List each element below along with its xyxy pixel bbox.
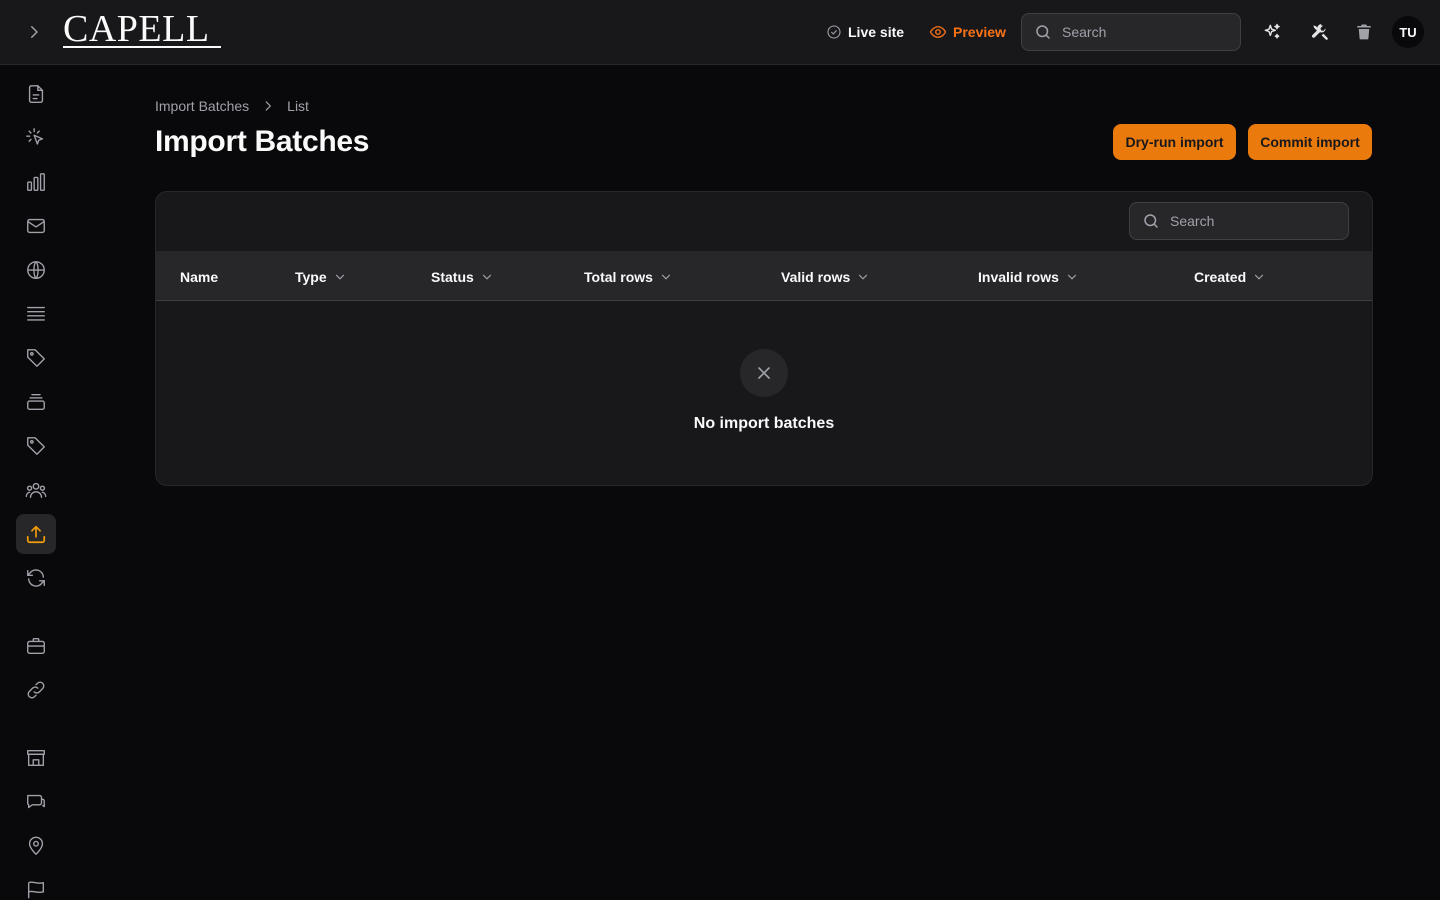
column-label: Created: [1194, 268, 1247, 285]
sidebar-item-briefcase[interactable]: [16, 626, 56, 666]
table-search-input[interactable]: [1170, 213, 1330, 229]
column-header-status[interactable]: Status: [431, 252, 494, 301]
column-header-total-rows[interactable]: Total rows: [584, 252, 673, 301]
breadcrumb-item-import-batches[interactable]: Import Batches: [155, 98, 249, 114]
mail-icon: [27, 218, 45, 234]
sidebar-item-flags[interactable]: [16, 870, 56, 900]
map-pin-icon: [28, 836, 44, 855]
logo-text: CAPELL: [63, 8, 210, 50]
sidebar-item-cursor-click[interactable]: [16, 118, 56, 158]
chevron-right-icon: [265, 101, 272, 111]
link-icon: [27, 681, 45, 699]
sidebar-item-locations[interactable]: [16, 826, 56, 866]
list-icon: [27, 306, 45, 321]
store-icon: [27, 749, 45, 767]
avatar[interactable]: TU: [1392, 16, 1424, 48]
sidebar-item-tags[interactable]: [16, 338, 56, 378]
global-search[interactable]: [1021, 13, 1241, 51]
users-group-icon: [25, 482, 47, 499]
column-header-created[interactable]: Created: [1194, 252, 1266, 301]
briefcase-icon: [27, 637, 45, 655]
chevron-down-icon: [859, 274, 868, 280]
flag-icon: [27, 881, 45, 899]
chevron-down-icon: [335, 274, 344, 280]
top-bar: CAPELL Live site Preview TU: [0, 0, 1440, 65]
globe-icon: [27, 261, 45, 279]
sidebar-item-chat[interactable]: [16, 782, 56, 822]
table-header: Name Type Status Total rows Valid rows I…: [156, 252, 1372, 301]
breadcrumb-item-list: List: [287, 98, 309, 114]
sidebar-item-users[interactable]: [16, 470, 56, 510]
sidebar-item-links[interactable]: [16, 670, 56, 710]
commit-import-button[interactable]: Commit import: [1248, 124, 1372, 160]
tag-icon: [27, 437, 45, 455]
table-toolbar: [156, 192, 1372, 252]
check-circle-icon: [827, 25, 841, 39]
close-icon: [740, 349, 788, 397]
sidebar-item-stack[interactable]: [16, 382, 56, 422]
sidebar-item-document[interactable]: [16, 74, 56, 114]
chevron-down-icon: [482, 274, 491, 280]
sidebar-item-sync[interactable]: [16, 558, 56, 598]
chevron-down-icon: [661, 274, 671, 280]
dry-run-import-button[interactable]: Dry-run import: [1113, 124, 1236, 160]
sparkles-icon[interactable]: [1256, 16, 1288, 48]
cursor-click-icon: [26, 128, 44, 145]
column-label: Type: [295, 268, 327, 285]
table-search[interactable]: [1129, 202, 1349, 240]
trash-icon[interactable]: [1348, 16, 1380, 48]
column-label: Status: [431, 268, 474, 285]
chevron-right-icon[interactable]: [18, 16, 50, 48]
preview-label: Preview: [953, 24, 1006, 40]
refresh-icon: [27, 569, 45, 587]
upload-icon: [26, 525, 46, 544]
logo[interactable]: CAPELL: [63, 9, 221, 51]
stack-icon: [27, 393, 45, 411]
document-icon: [28, 85, 44, 103]
sidebar-item-mail[interactable]: [16, 206, 56, 246]
column-label: Total rows: [584, 268, 653, 285]
global-search-input[interactable]: [1062, 24, 1222, 40]
bar-chart-icon: [27, 173, 45, 191]
live-site-label: Live site: [848, 24, 905, 40]
import-batches-table: Name Type Status Total rows Valid rows I…: [155, 191, 1373, 486]
empty-state: No import batches: [156, 301, 1372, 485]
column-header-invalid-rows[interactable]: Invalid rows: [978, 252, 1079, 301]
search-icon: [1036, 25, 1050, 39]
column-header-valid-rows[interactable]: Valid rows: [781, 252, 870, 301]
column-label: Name: [180, 268, 219, 285]
tag-icon: [27, 349, 45, 367]
chevron-down-icon: [1255, 274, 1264, 280]
eye-icon: [929, 26, 947, 38]
sidebar-item-store[interactable]: [16, 738, 56, 778]
logo-underline: [63, 46, 221, 48]
chat-icon: [27, 794, 45, 809]
sidebar-item-tags-2[interactable]: [16, 426, 56, 466]
column-label: Valid rows: [781, 268, 851, 285]
sidebar-item-list[interactable]: [16, 294, 56, 334]
sidebar-item-globe[interactable]: [16, 250, 56, 290]
sidebar-item-imports[interactable]: [16, 514, 56, 554]
preview-link[interactable]: Preview: [929, 13, 1006, 51]
column-header-name[interactable]: Name: [180, 252, 218, 301]
empty-state-message: No import batches: [693, 415, 835, 432]
breadcrumb: Import Batches List: [155, 96, 309, 116]
column-header-type[interactable]: Type: [295, 252, 347, 301]
sidebar: [0, 65, 72, 900]
search-icon: [1144, 214, 1158, 228]
column-label: Invalid rows: [978, 268, 1059, 285]
chevron-down-icon: [1067, 274, 1077, 280]
sidebar-item-analytics[interactable]: [16, 162, 56, 202]
page-title: Import Batches: [155, 125, 370, 158]
tools-icon[interactable]: [1304, 16, 1336, 48]
live-site-link[interactable]: Live site: [826, 13, 904, 51]
